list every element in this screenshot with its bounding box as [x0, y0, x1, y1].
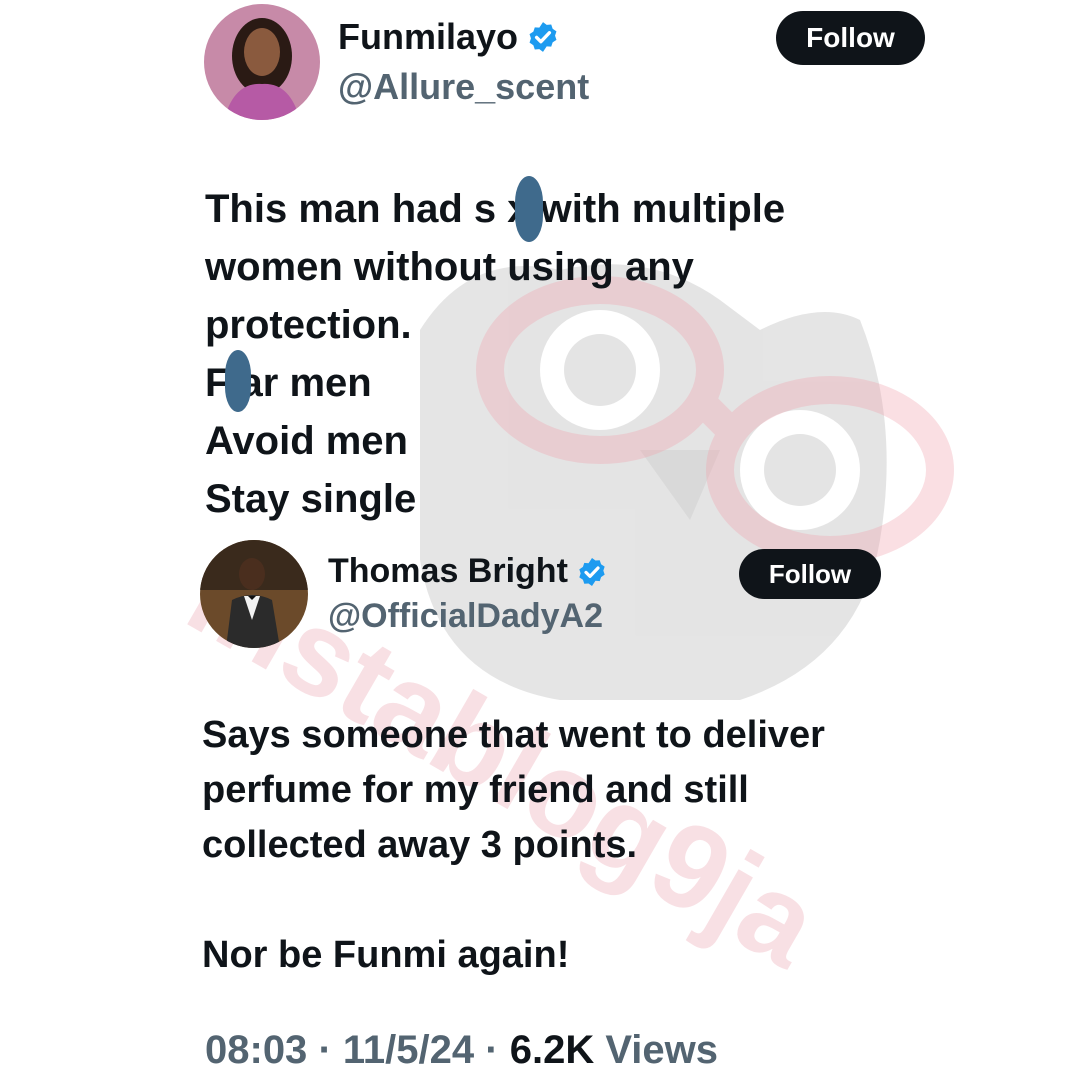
- views-label: Views: [605, 1028, 719, 1072]
- meta-separator: ·: [318, 1028, 332, 1072]
- tweet-2-handle[interactable]: @OfficialDadyA2: [328, 597, 608, 636]
- verified-badge-icon: [526, 20, 560, 54]
- tweet-2-text: Says someone that went to deliver perfum…: [202, 714, 825, 976]
- tweet-1-display-name[interactable]: Funmilayo: [338, 16, 518, 58]
- tweet-1-follow-button[interactable]: Follow: [776, 11, 925, 65]
- tweet-1-handle[interactable]: @Allure_scent: [338, 66, 589, 108]
- tweet-date[interactable]: 11/5/24: [343, 1028, 474, 1072]
- censor-mark: [515, 176, 543, 242]
- tweet-2-header: Thomas Bright @OfficialDadyA2: [200, 540, 608, 648]
- avatar-portrait-icon: [204, 4, 320, 120]
- censor-mark: [225, 350, 251, 412]
- tweet-1-text: This man had s x with multiple women wit…: [205, 187, 786, 521]
- tweet-time[interactable]: 08:03: [205, 1028, 307, 1072]
- tweet-2-follow-button[interactable]: Follow: [739, 549, 881, 599]
- verified-badge-icon: [576, 556, 608, 588]
- avatar-portrait-icon: [200, 540, 308, 648]
- tweet-2-display-name[interactable]: Thomas Bright: [328, 552, 568, 591]
- tweet-1-avatar[interactable]: [204, 4, 320, 120]
- tweet-1-header: Funmilayo @Allure_scent: [204, 4, 589, 120]
- views-count: 6.2K: [509, 1028, 595, 1072]
- tweet-meta: 08:03 · 11/5/24 · 6.2K Views: [205, 1028, 718, 1073]
- meta-separator: ·: [485, 1028, 499, 1072]
- tweet-2-avatar[interactable]: [200, 540, 308, 648]
